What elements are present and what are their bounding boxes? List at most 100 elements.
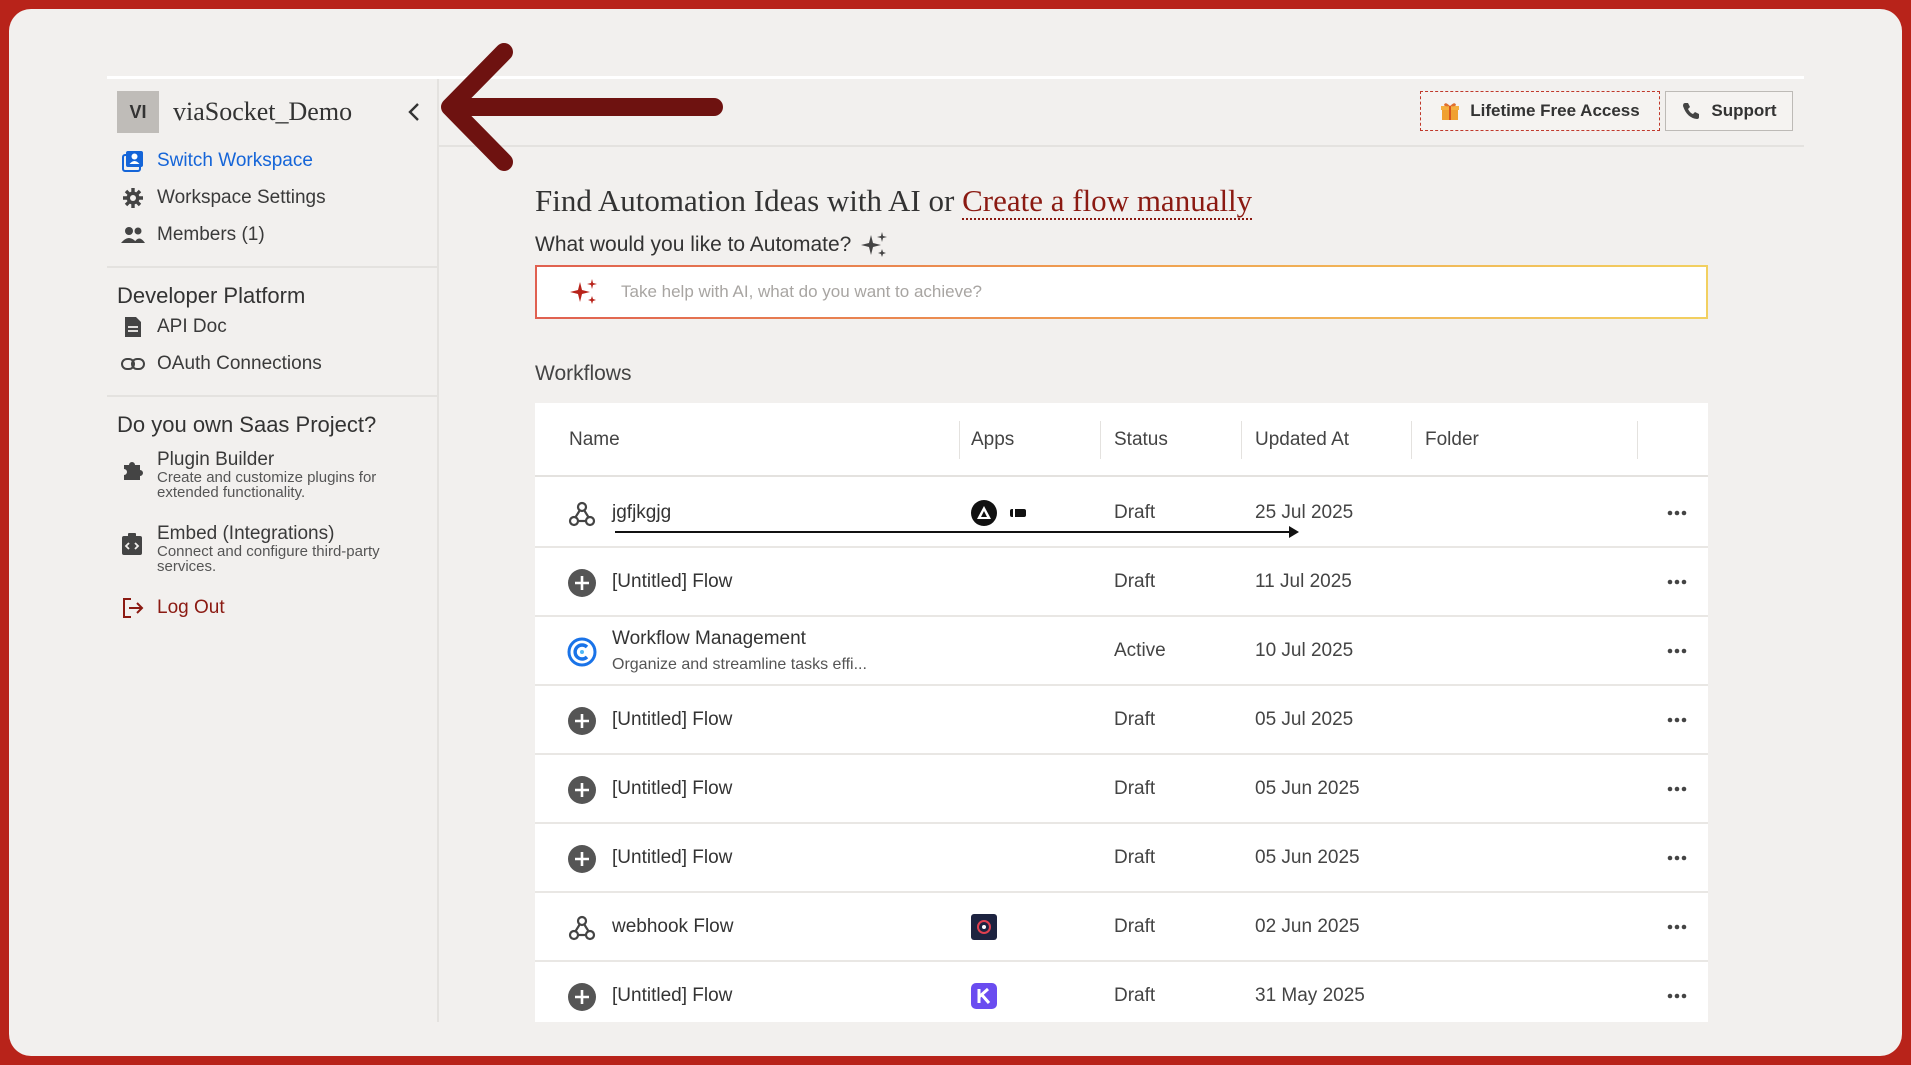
triangle-app-icon [971, 500, 997, 526]
workflow-status: Draft [1114, 571, 1156, 592]
link-icon [121, 352, 145, 376]
column-header-folder[interactable]: Folder [1425, 429, 1479, 451]
table-row[interactable]: Workflow Management Organize and streaml… [535, 617, 1708, 686]
column-divider [1241, 421, 1242, 459]
puzzle-icon [121, 458, 145, 482]
more-options-icon[interactable] [1663, 913, 1691, 941]
workflow-name: [Untitled] Flow [612, 778, 733, 799]
embed-integrations-link[interactable]: Embed (Integrations) Connect and configu… [121, 524, 427, 574]
workflow-updated: 11 Jul 2025 [1255, 571, 1352, 592]
calendly-icon [567, 637, 597, 667]
table-row[interactable]: [Untitled] Flow Draft 11 Jul 2025 [535, 548, 1708, 617]
create-flow-manually-link[interactable]: Create a flow manually [962, 183, 1253, 220]
workflow-status: Draft [1114, 709, 1156, 730]
plus-circle-icon [568, 776, 596, 804]
annotation-arrow-icon [441, 43, 723, 171]
apps-cell [971, 914, 1005, 940]
oauth-connections-link[interactable]: OAuth Connections [121, 352, 322, 376]
apps-cell [971, 983, 1005, 1009]
sparkle-icon [861, 232, 888, 257]
workflows-table: Name Apps Status Updated At Folder jgfjk… [535, 403, 1708, 1022]
plugin-builder-link[interactable]: Plugin Builder Create and customize plug… [121, 450, 427, 500]
table-row[interactable]: [Untitled] Flow Draft 05 Jun 2025 [535, 755, 1708, 824]
ai-prompt-input[interactable] [621, 282, 1621, 302]
purple-app-icon [971, 983, 997, 1009]
workflow-name: [Untitled] Flow [612, 985, 733, 1006]
column-divider [1637, 421, 1638, 459]
support-button[interactable]: Support [1665, 91, 1793, 131]
table-row[interactable]: [Untitled] Flow Draft 31 May 2025 [535, 962, 1708, 1022]
workspace-settings-link[interactable]: Workspace Settings [121, 186, 326, 210]
workflow-updated: 05 Jul 2025 [1255, 709, 1354, 730]
members-link[interactable]: Members (1) [121, 223, 265, 247]
more-options-icon[interactable] [1663, 982, 1691, 1010]
pill-app-icon [1005, 500, 1031, 526]
workflow-status: Draft [1114, 916, 1156, 937]
app-window: VI viaSocket_Demo Switch Workspace Works… [107, 76, 1804, 1022]
column-header-updated[interactable]: Updated At [1255, 429, 1349, 451]
more-options-icon[interactable] [1663, 499, 1691, 527]
support-label: Support [1711, 101, 1777, 120]
switch-workspace-link[interactable]: Switch Workspace [121, 149, 313, 173]
workflow-updated: 25 Jul 2025 [1255, 502, 1354, 523]
plus-circle-icon [568, 569, 596, 597]
api-doc-link[interactable]: API Doc [121, 315, 227, 339]
logout-icon [121, 596, 145, 620]
logout-link[interactable]: Log Out [121, 596, 225, 620]
lifetime-label: Lifetime Free Access [1470, 101, 1640, 120]
workflow-description: Organize and streamline tasks effi... [612, 656, 867, 673]
workflow-name: [Untitled] Flow [612, 709, 733, 730]
workflow-name: Workflow Management [612, 628, 806, 649]
workflow-status: Draft [1114, 778, 1156, 799]
dark-app-icon [971, 914, 997, 940]
plugin-builder-title: Plugin Builder [157, 449, 275, 470]
sidebar-item-label: OAuth Connections [157, 353, 322, 374]
table-row[interactable]: [Untitled] Flow Draft 05 Jun 2025 [535, 824, 1708, 893]
ai-prompt-field[interactable] [535, 265, 1708, 319]
plus-circle-icon [568, 707, 596, 735]
embed-integrations-title: Embed (Integrations) [157, 523, 335, 544]
sidebar-divider [107, 395, 439, 397]
more-options-icon[interactable] [1663, 568, 1691, 596]
column-header-apps[interactable]: Apps [971, 429, 1014, 451]
column-header-status[interactable]: Status [1114, 429, 1168, 451]
sidebar-item-label: Members (1) [157, 224, 265, 245]
more-options-icon[interactable] [1663, 637, 1691, 665]
automate-prompt-text: What would you like to Automate? [535, 233, 852, 256]
collapse-sidebar-button[interactable] [401, 99, 427, 125]
document-icon [121, 315, 145, 339]
table-header: Name Apps Status Updated At Folder [535, 403, 1708, 477]
saas-project-title: Do you own Saas Project? [117, 412, 377, 437]
webhook-icon [568, 501, 596, 527]
workflow-updated: 05 Jun 2025 [1255, 847, 1360, 868]
workflow-name: [Untitled] Flow [612, 571, 733, 592]
table-row[interactable]: webhook Flow Draft 02 Jun 2025 [535, 893, 1708, 962]
developer-platform-title: Developer Platform [117, 283, 306, 308]
plus-circle-icon [568, 983, 596, 1011]
lifetime-free-access-button[interactable]: Lifetime Free Access [1420, 91, 1660, 131]
plus-circle-icon [568, 845, 596, 873]
logout-label: Log Out [157, 597, 225, 618]
workflows-title: Workflows [535, 362, 632, 385]
column-divider [959, 421, 960, 459]
workflow-status: Draft [1114, 502, 1156, 523]
more-options-icon[interactable] [1663, 706, 1691, 734]
column-header-name[interactable]: Name [569, 429, 620, 451]
more-options-icon[interactable] [1663, 775, 1691, 803]
workspace-header[interactable]: VI viaSocket_Demo [117, 91, 429, 133]
embed-icon [121, 532, 145, 556]
automate-prompt: What would you like to Automate? [535, 231, 889, 259]
more-options-icon[interactable] [1663, 844, 1691, 872]
sidebar: VI viaSocket_Demo Switch Workspace Works… [107, 79, 439, 1022]
workspace-avatar: VI [117, 91, 159, 133]
table-row[interactable]: [Untitled] Flow Draft 05 Jul 2025 [535, 686, 1708, 755]
workflow-status: Active [1114, 640, 1166, 661]
workflow-updated: 05 Jun 2025 [1255, 778, 1360, 799]
workflow-updated: 31 May 2025 [1255, 985, 1365, 1006]
webhook-icon [568, 915, 596, 941]
table-row[interactable]: jgfjkgjg Draft 25 Jul 2025 [535, 479, 1708, 548]
workflow-updated: 10 Jul 2025 [1255, 640, 1354, 661]
phone-icon [1681, 101, 1701, 121]
sidebar-item-label: API Doc [157, 316, 227, 337]
sidebar-item-label: Switch Workspace [157, 150, 313, 171]
